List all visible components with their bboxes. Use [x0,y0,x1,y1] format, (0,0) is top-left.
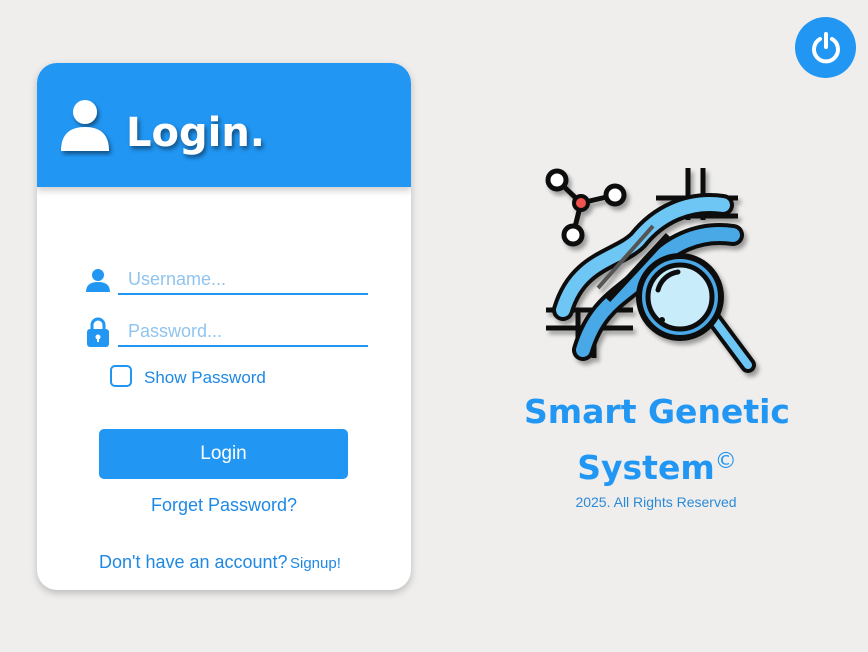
login-button[interactable]: Login [99,429,348,479]
login-card: Login. Show Password Login Forget Passwo… [37,63,411,590]
app-title: Smart Genetic System© [500,384,814,496]
dna-magnifier-icon [545,168,756,373]
copyright-symbol: © [714,449,737,474]
username-input[interactable] [118,265,368,295]
show-password-checkbox[interactable] [110,365,132,387]
user-icon [61,100,109,151]
app-title-line2: System [577,448,715,487]
power-button[interactable] [795,17,856,78]
no-account-text: Don't have an account? [99,552,288,572]
forget-password-link[interactable]: Forget Password? [37,495,411,516]
user-field-icon [86,269,110,292]
power-icon [811,31,840,63]
show-password-label: Show Password [144,368,266,387]
app-title-line1: Smart Genetic [524,392,790,431]
password-input[interactable] [118,317,368,347]
signup-link[interactable]: Signup! [290,555,341,572]
lock-icon [87,317,109,347]
login-header: Login. [37,63,411,187]
copyright-text: 2025. All Rights Reserved [575,494,737,510]
app-title-line2-wrap: System© [500,440,814,496]
login-title: Login. [126,110,265,156]
